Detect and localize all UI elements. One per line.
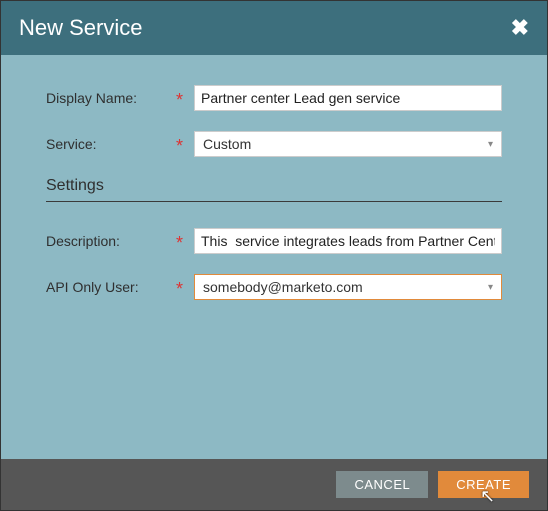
row-display-name: Display Name: * (46, 85, 502, 111)
row-description: Description: * (46, 228, 502, 254)
chevron-down-icon: ▾ (488, 282, 493, 293)
service-select[interactable]: Custom ▾ (194, 131, 502, 157)
label-service: Service: (46, 136, 176, 152)
new-service-dialog: New Service ✖ Display Name: * Service: *… (0, 0, 548, 511)
description-input[interactable] (194, 228, 502, 254)
close-icon[interactable]: ✖ (511, 15, 529, 41)
api-user-select[interactable]: somebody@marketo.com ▾ (194, 274, 502, 300)
required-asterisk-icon: * (176, 236, 194, 250)
dialog-title: New Service (19, 15, 142, 41)
display-name-input[interactable] (194, 85, 502, 111)
required-asterisk-icon: * (176, 282, 194, 296)
dialog-titlebar: New Service ✖ (1, 1, 547, 55)
label-description: Description: (46, 233, 176, 249)
chevron-down-icon: ▾ (488, 139, 493, 150)
row-service: Service: * Custom ▾ (46, 131, 502, 157)
required-asterisk-icon: * (176, 139, 194, 153)
label-display-name: Display Name: (46, 90, 176, 106)
dialog-footer: CANCEL CREATE (1, 459, 547, 510)
label-api-user: API Only User: (46, 279, 176, 295)
create-button[interactable]: CREATE (438, 471, 529, 498)
dialog-content: Display Name: * Service: * Custom ▾ Sett… (1, 55, 547, 459)
section-title-settings: Settings (46, 177, 502, 195)
section-divider (46, 201, 502, 202)
api-user-select-value: somebody@marketo.com (203, 279, 363, 295)
required-asterisk-icon: * (176, 93, 194, 107)
service-select-value: Custom (203, 136, 251, 152)
cancel-button[interactable]: CANCEL (336, 471, 428, 498)
row-api-user: API Only User: * somebody@marketo.com ▾ (46, 274, 502, 300)
